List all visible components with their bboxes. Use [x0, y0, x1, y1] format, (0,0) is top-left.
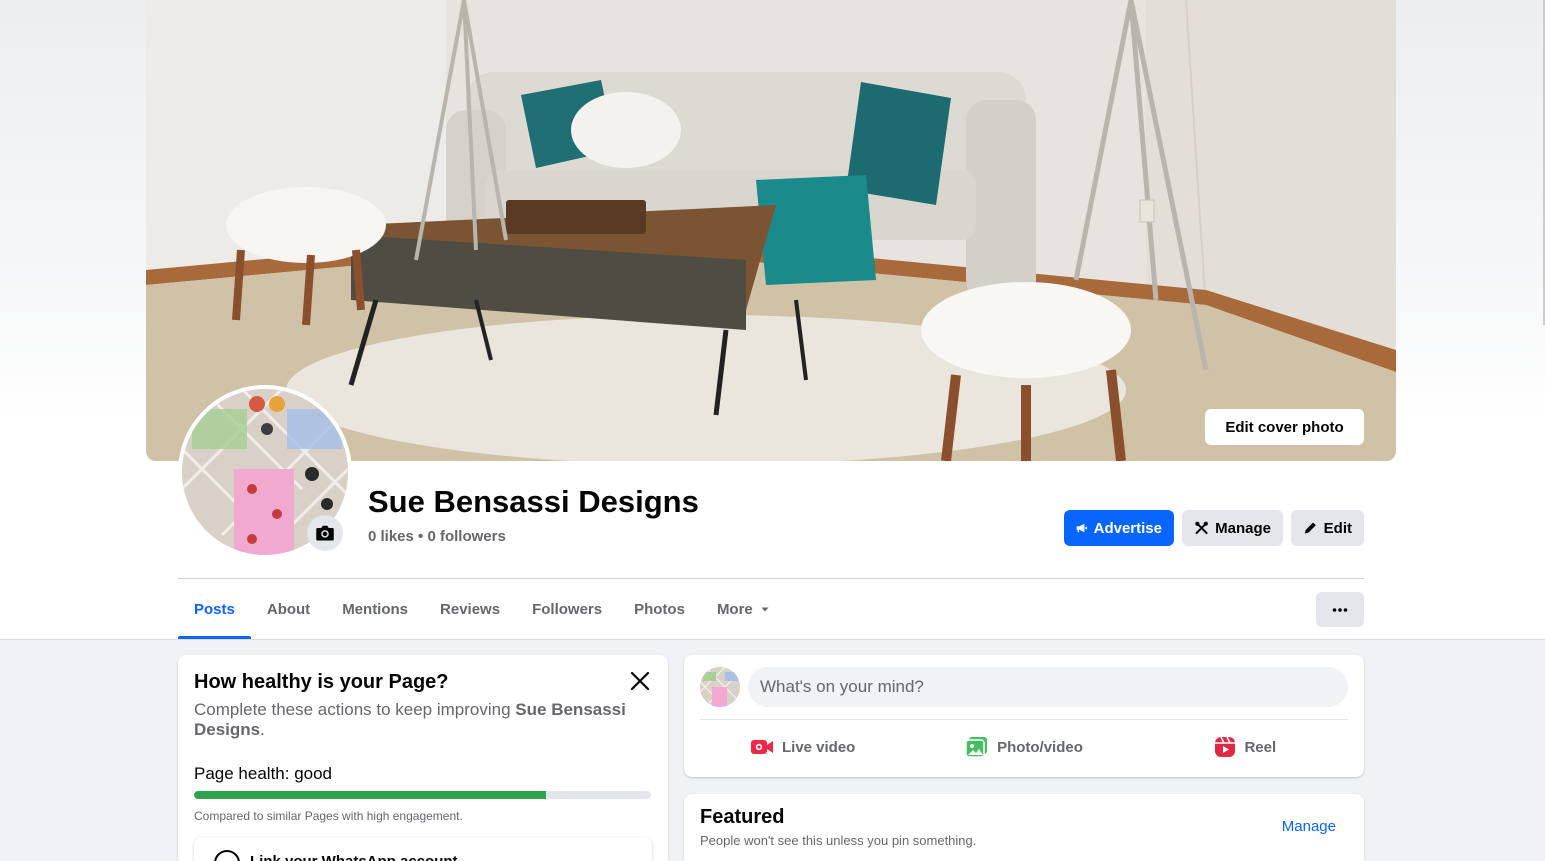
health-desc-suffix: . — [260, 720, 265, 739]
tab-about-label: About — [266, 600, 311, 618]
ellipsis-icon — [1332, 607, 1348, 612]
tab-mentions-label: Mentions — [342, 600, 409, 618]
composer-divider — [700, 719, 1348, 720]
featured-card: Featured People won't see this unless yo… — [684, 794, 1364, 861]
page-title: Sue Bensassi Designs — [368, 484, 699, 519]
post-composer: Live video Photo/video Reel — [684, 655, 1364, 777]
tab-more[interactable]: More — [701, 580, 787, 638]
tab-followers[interactable]: Followers — [516, 580, 618, 638]
edit-cover-photo-button[interactable]: Edit cover photo — [1205, 409, 1364, 445]
page-health-description: Complete these actions to keep improving… — [194, 700, 634, 740]
page-health-note: Compared to similar Pages with high enga… — [194, 809, 463, 823]
more-options-button[interactable] — [1316, 592, 1364, 627]
manage-button[interactable]: Manage — [1182, 510, 1283, 546]
tab-about[interactable]: About — [251, 580, 326, 638]
camera-icon — [1205, 409, 1396, 461]
photo-icon — [965, 737, 988, 758]
page-stats[interactable]: 0 likes • 0 followers — [368, 528, 506, 545]
advertise-label: Advertise — [1093, 519, 1162, 537]
health-action-item[interactable]: Link your WhatsApp account — [194, 837, 652, 861]
photo-video-button[interactable]: Photo/video — [913, 727, 1134, 767]
tab-photos-label: Photos — [634, 600, 685, 618]
tab-photos[interactable]: Photos — [618, 580, 701, 638]
health-action-label: Link your WhatsApp account — [250, 853, 458, 861]
camera-icon — [316, 525, 334, 541]
pencil-icon — [1304, 522, 1316, 534]
update-profile-picture-button[interactable] — [307, 515, 343, 551]
reel-button[interactable]: Reel — [1135, 727, 1356, 767]
page-health-bar — [194, 791, 651, 799]
caret-down-icon — [761, 607, 769, 612]
megaphone-icon — [1076, 523, 1087, 533]
manage-label: Manage — [1215, 519, 1271, 537]
tab-posts[interactable]: Posts — [178, 580, 251, 639]
health-desc-prefix: Complete these actions to keep improving — [194, 700, 516, 719]
composer-actions: Live video Photo/video Reel — [692, 727, 1356, 767]
tab-reviews-label: Reviews — [440, 600, 501, 618]
tab-mentions[interactable]: Mentions — [326, 580, 424, 638]
header-divider — [178, 578, 1364, 579]
featured-title: Featured — [700, 806, 785, 828]
advertise-button[interactable]: Advertise — [1064, 510, 1174, 546]
tab-more-label: More — [716, 600, 753, 618]
live-video-button[interactable]: Live video — [692, 727, 913, 767]
tab-reviews[interactable]: Reviews — [424, 580, 516, 638]
cover-photo[interactable]: Edit cover photo — [146, 0, 1396, 461]
edit-label: Edit — [1323, 519, 1352, 537]
featured-manage-link[interactable]: Manage — [1282, 818, 1336, 835]
page-health-card: How healthy is your Page? Complete these… — [178, 655, 668, 861]
tab-followers-label: Followers — [532, 600, 603, 618]
page-actions: Advertise Manage Edit — [1064, 510, 1364, 546]
live-video-label: Live video — [781, 738, 856, 756]
reel-icon — [1215, 736, 1236, 757]
tab-posts-label: Posts — [194, 600, 235, 618]
whatsapp-icon — [214, 850, 240, 861]
photo-video-label: Photo/video — [997, 738, 1083, 756]
live-video-icon — [750, 740, 773, 754]
close-button[interactable] — [626, 667, 654, 695]
page-tabs: Posts About Mentions Reviews Followers P… — [178, 580, 787, 639]
whats-on-your-mind-input[interactable] — [748, 667, 1348, 707]
composer-avatar[interactable] — [700, 667, 740, 707]
reel-label: Reel — [1244, 738, 1277, 756]
page-health-title: How healthy is your Page? — [194, 671, 449, 693]
featured-subtitle: People won't see this unless you pin som… — [700, 833, 977, 848]
edit-button[interactable]: Edit — [1291, 510, 1364, 546]
cover-image — [146, 0, 1396, 461]
tools-icon — [1195, 521, 1208, 535]
page-health-bar-fill — [194, 791, 546, 799]
page-health-label: Page health: good — [194, 764, 333, 783]
close-icon — [630, 671, 650, 691]
